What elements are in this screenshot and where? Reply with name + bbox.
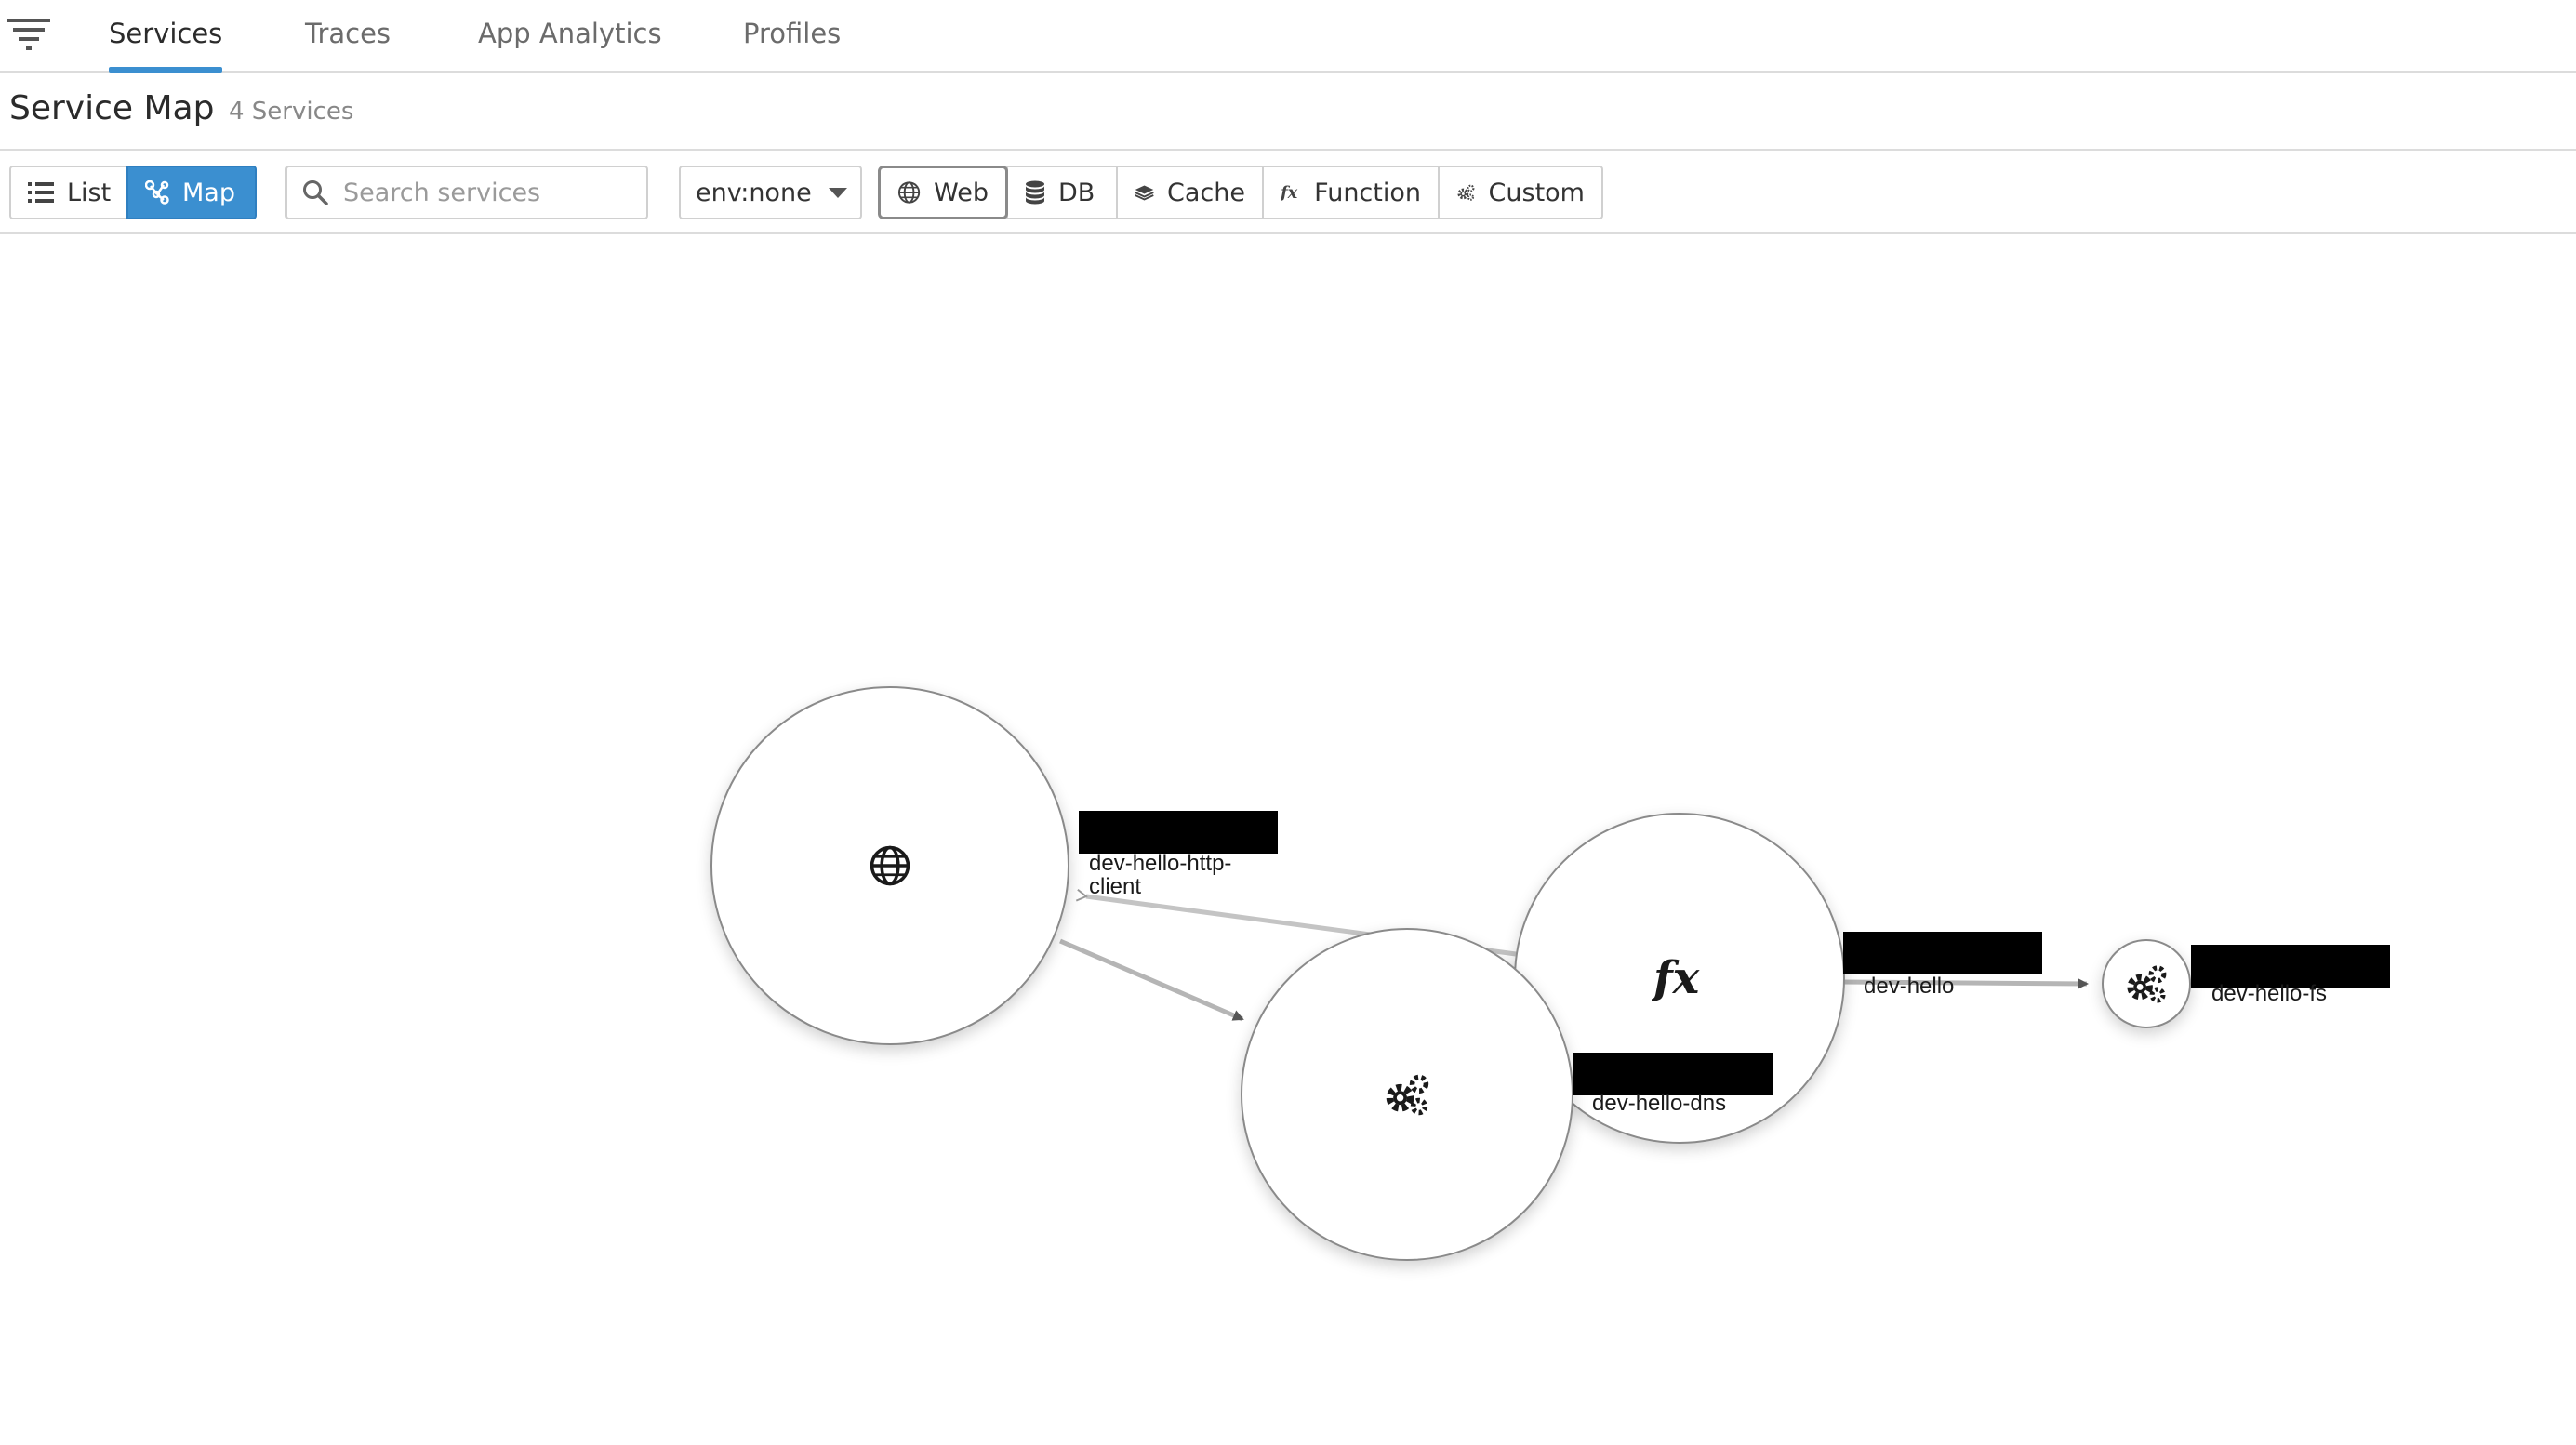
toolbar: List Map env:none <box>0 151 2576 234</box>
tab-profiles[interactable]: Profiles <box>743 0 841 73</box>
filter-web-label: Web <box>934 178 989 207</box>
filter-db-label: DB <box>1058 178 1095 207</box>
tab-traces[interactable]: Traces <box>305 0 391 73</box>
page-title: Service Map <box>9 89 215 127</box>
top-navigation: Services Traces App Analytics Profiles <box>0 0 2576 73</box>
gears-icon <box>1386 1074 1429 1116</box>
edges-layer <box>1059 888 2089 1022</box>
map-view-label: Map <box>182 178 235 207</box>
service-label-fs[interactable]: dev-hello-fs <box>2211 982 2327 1005</box>
filter-function-button[interactable]: fx Function <box>1262 166 1440 219</box>
search-box[interactable] <box>285 166 648 219</box>
tab-app-analytics[interactable]: App Analytics <box>478 0 662 73</box>
list-view-button[interactable]: List <box>9 166 128 219</box>
service-label-hello[interactable]: dev-hello <box>1864 974 1954 998</box>
redacted-block <box>1573 1053 1773 1095</box>
service-count: 4 Services <box>229 98 354 126</box>
service-map-canvas[interactable]: fx dev-hello-http- client dev-hello-dns … <box>0 234 2576 1445</box>
env-select[interactable]: env:none <box>679 166 862 219</box>
filter-cache-button[interactable]: Cache <box>1116 166 1264 219</box>
svg-text:fx: fx <box>1281 183 1298 203</box>
redacted-block <box>1843 932 2042 974</box>
gears-icon <box>2127 965 2167 1003</box>
function-icon: fx <box>1281 183 1298 203</box>
function-icon: fx <box>1652 952 1701 1004</box>
service-node-dns[interactable] <box>1241 928 1573 1261</box>
redacted-block <box>1079 811 1278 854</box>
service-label-http-client[interactable]: dev-hello-http- client <box>1089 852 1231 898</box>
map-view-button[interactable]: Map <box>126 166 257 219</box>
list-view-label: List <box>67 178 112 207</box>
chevron-down-icon <box>829 188 847 198</box>
svg-text:fx: fx <box>1652 952 1701 1004</box>
list-icon <box>28 182 54 203</box>
page-header: Service Map 4 Services <box>0 73 2576 151</box>
edge-http-client-to-dns <box>1059 938 1244 1022</box>
search-input[interactable] <box>341 177 643 208</box>
filter-function-label: Function <box>1314 178 1421 207</box>
filter-db-button[interactable]: DB <box>1006 166 1118 219</box>
filter-web-button[interactable]: Web <box>878 166 1008 219</box>
env-select-value: env:none <box>696 178 812 207</box>
globe-icon <box>870 845 910 886</box>
gears-icon <box>1457 184 1475 201</box>
menu-icon[interactable] <box>7 13 54 58</box>
service-node-web[interactable] <box>710 686 1069 1045</box>
search-icon <box>303 180 328 205</box>
database-icon <box>1026 180 1044 205</box>
filter-custom-label: Custom <box>1488 178 1585 207</box>
globe-icon <box>897 181 921 204</box>
filter-custom-button[interactable]: Custom <box>1438 166 1603 219</box>
layers-icon <box>1135 185 1154 201</box>
filter-cache-label: Cache <box>1167 178 1245 207</box>
map-nodes-icon <box>145 180 169 205</box>
tab-services[interactable]: Services <box>109 0 223 73</box>
service-label-dns[interactable]: dev-hello-dns <box>1592 1092 1726 1115</box>
service-node-fs[interactable] <box>2102 939 2191 1028</box>
